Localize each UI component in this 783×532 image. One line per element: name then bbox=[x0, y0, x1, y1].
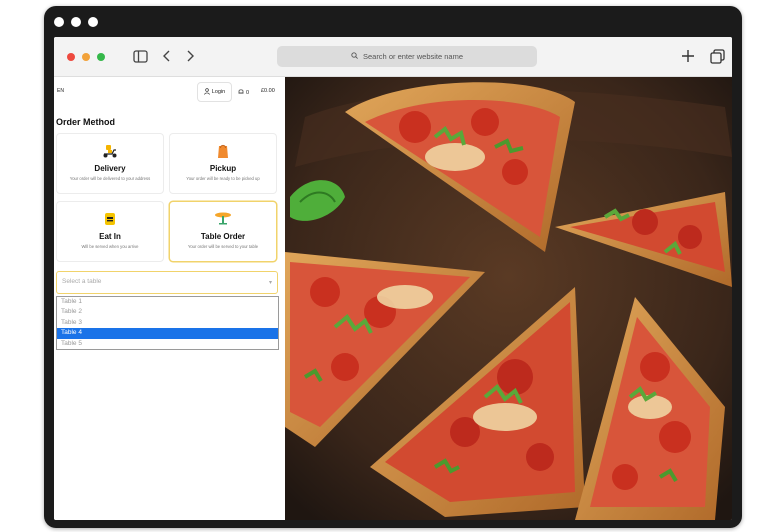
table-option-highlighted[interactable]: Table 4 bbox=[57, 328, 278, 339]
order-option-eat-in[interactable]: Eat In Will be served when you arrive bbox=[56, 201, 164, 262]
order-option-label: Pickup bbox=[209, 164, 237, 173]
order-option-delivery[interactable]: Delivery Your order will be delivered to… bbox=[56, 133, 164, 194]
order-method-title: Order Method bbox=[56, 117, 116, 127]
device-dots bbox=[54, 17, 98, 27]
language-switcher[interactable]: EN bbox=[57, 88, 64, 94]
address-placeholder: Search or enter website name bbox=[362, 52, 464, 61]
order-option-description: Your order will be served to your table bbox=[187, 244, 259, 249]
login-label: Login bbox=[211, 89, 226, 95]
device-dot bbox=[54, 17, 64, 27]
sidebar-icon[interactable] bbox=[131, 47, 149, 65]
app-header: EN Login 0 £0.00 bbox=[54, 77, 285, 107]
new-tab-icon[interactable] bbox=[679, 47, 697, 65]
minimize-window-button[interactable] bbox=[82, 53, 90, 61]
order-option-label: Table Order bbox=[200, 232, 246, 241]
pickup-bag-icon bbox=[170, 143, 276, 159]
forward-icon[interactable] bbox=[181, 47, 199, 65]
hero-pizza-image bbox=[285, 77, 732, 520]
bell-icon bbox=[238, 88, 244, 97]
device-frame: Search or enter website name EN Login 0 … bbox=[44, 6, 742, 528]
order-option-table-order[interactable]: Table Order Your order will be served to… bbox=[169, 201, 277, 262]
chevron-down-icon: ▾ bbox=[268, 280, 272, 286]
back-icon[interactable] bbox=[158, 47, 176, 65]
order-option-label: Delivery bbox=[94, 164, 126, 173]
user-icon bbox=[204, 87, 210, 97]
device-dot bbox=[71, 17, 81, 27]
eat-in-icon bbox=[57, 211, 163, 227]
order-option-description: Your order will be delivered to your add… bbox=[69, 176, 151, 181]
table-option[interactable]: Table 1 bbox=[57, 297, 278, 307]
ordering-panel: EN Login 0 £0.00 Order Method Delivery Y… bbox=[54, 77, 285, 520]
table-select[interactable]: Select a table ▾ bbox=[56, 271, 278, 294]
table-option[interactable]: Table 2 bbox=[57, 307, 278, 317]
device-dot bbox=[88, 17, 98, 27]
notifications[interactable]: 0 bbox=[238, 88, 249, 97]
address-bar[interactable]: Search or enter website name bbox=[277, 46, 537, 67]
order-option-description: Your order will be ready to be picked up bbox=[186, 176, 260, 181]
order-option-label: Eat In bbox=[99, 232, 121, 241]
maximize-window-button[interactable] bbox=[97, 53, 105, 61]
tabs-overview-icon[interactable] bbox=[708, 47, 726, 65]
close-window-button[interactable] bbox=[67, 53, 75, 61]
notification-count: 0 bbox=[246, 89, 250, 96]
cart-total[interactable]: £0.00 bbox=[261, 88, 275, 94]
order-option-pickup[interactable]: Pickup Your order will be ready to be pi… bbox=[169, 133, 277, 194]
table-icon bbox=[170, 211, 276, 225]
login-button[interactable]: Login bbox=[197, 82, 232, 102]
table-option[interactable]: Table 5 bbox=[57, 339, 278, 349]
table-select-placeholder: Select a table bbox=[62, 278, 102, 285]
search-icon bbox=[351, 52, 358, 61]
table-dropdown-list: Table 1 Table 2 Table 3 Table 4 Table 5 bbox=[56, 296, 279, 350]
browser-window: Search or enter website name EN Login 0 … bbox=[54, 37, 732, 520]
order-option-description: Will be served when you arrive bbox=[81, 244, 139, 249]
delivery-scooter-icon bbox=[57, 143, 163, 159]
table-option[interactable]: Table 3 bbox=[57, 318, 278, 328]
browser-toolbar: Search or enter website name bbox=[54, 37, 732, 77]
